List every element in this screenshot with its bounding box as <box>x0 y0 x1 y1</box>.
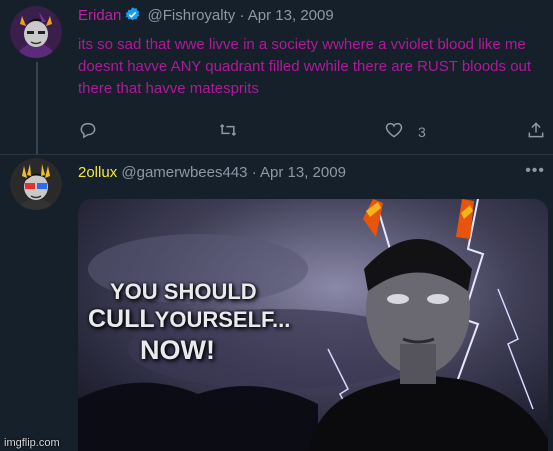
display-name[interactable]: Eridan <box>78 7 121 24</box>
verified-badge-icon <box>124 6 141 23</box>
tweet-header: Eridan @Fishroyalty · Apr 13, 2009 <box>78 6 334 24</box>
tweet-date[interactable]: Apr 13, 2009 <box>260 164 346 181</box>
separator: · <box>239 7 245 24</box>
meme-cull-word: CULL <box>88 305 155 333</box>
thread-line <box>36 62 38 154</box>
user-handle[interactable]: @Fishroyalty <box>148 7 236 24</box>
reply-button[interactable] <box>78 120 98 143</box>
retweet-button[interactable] <box>218 120 238 143</box>
tweet-date[interactable]: Apr 13, 2009 <box>248 7 334 24</box>
tweet-text: its so sad that wwe livve in a society w… <box>78 36 532 97</box>
user-handle[interactable]: @gamerwbees443 <box>121 164 247 181</box>
meme-line-2: CULLYOURSELF... <box>88 305 290 334</box>
retweet-icon <box>218 120 238 143</box>
display-name[interactable]: 2ollux <box>78 164 117 181</box>
tweet-actions: 3 <box>78 120 548 144</box>
share-button[interactable] <box>526 120 546 143</box>
reply-icon <box>78 120 98 143</box>
like-button[interactable]: 3 <box>384 120 426 143</box>
eridan-avatar[interactable] <box>10 6 62 58</box>
2ollux-avatar[interactable] <box>10 158 62 210</box>
share-icon <box>526 120 546 143</box>
more-options-icon[interactable]: ••• <box>525 162 545 180</box>
tweet-eridan[interactable]: Eridan @Fishroyalty · Apr 13, 2009 its s… <box>0 0 553 154</box>
meme-yourself-word: YOURSELF... <box>154 307 291 332</box>
tweet-header: 2ollux @gamerwbees443 · Apr 13, 2009 <box>78 164 346 181</box>
meme-line-3: NOW! <box>140 335 215 365</box>
imgflip-watermark: imgflip.com <box>4 437 60 449</box>
tweet-media-image[interactable]: YOU SHOULD CULLYOURSELF... NOW! <box>78 199 548 451</box>
meme-line-1: YOU SHOULD <box>110 279 257 304</box>
like-icon <box>384 120 404 143</box>
like-count: 3 <box>418 123 426 140</box>
separator: · <box>251 164 257 181</box>
